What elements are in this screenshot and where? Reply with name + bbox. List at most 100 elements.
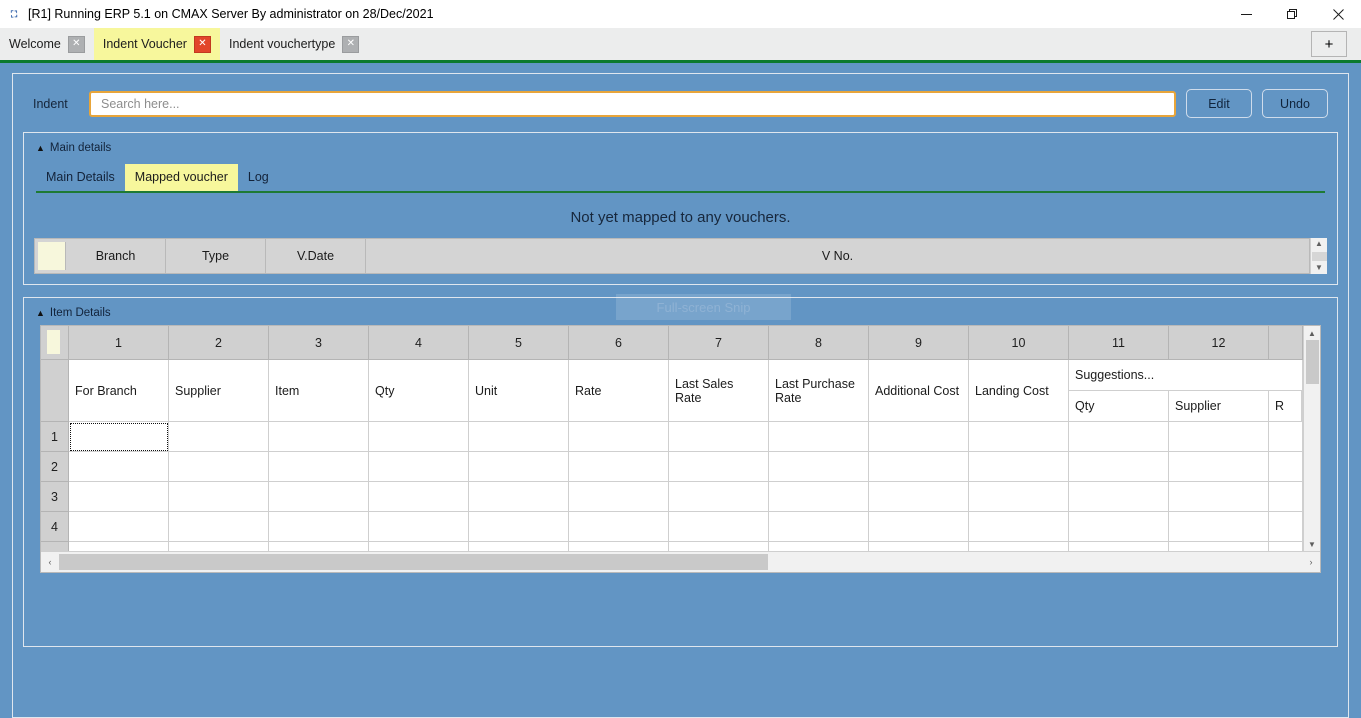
cell-for-branch[interactable] xyxy=(69,422,169,452)
scroll-up-icon[interactable]: ▲ xyxy=(1308,328,1316,340)
field-rate[interactable]: Rate xyxy=(569,360,669,422)
cell-last-purchase-rate[interactable] xyxy=(769,512,869,542)
column-header-vno[interactable]: V No. xyxy=(366,239,1309,273)
mapped-grid-vertical-scrollbar[interactable]: ▲ ▼ xyxy=(1310,238,1327,274)
cell-landing-cost[interactable] xyxy=(969,512,1069,542)
cell-unit[interactable] xyxy=(469,482,569,512)
cell-additional-cost[interactable] xyxy=(869,482,969,512)
column-number-2[interactable]: 2 xyxy=(169,326,269,360)
cell-item[interactable] xyxy=(269,482,369,512)
column-number-7[interactable]: 7 xyxy=(669,326,769,360)
row-number[interactable]: 4 xyxy=(41,512,69,542)
cell-unit[interactable] xyxy=(469,542,569,551)
item-sheet-vertical-scrollbar[interactable]: ▲ ▼ xyxy=(1303,326,1320,551)
cell-rate[interactable] xyxy=(569,452,669,482)
cell-item[interactable] xyxy=(269,452,369,482)
row-number[interactable]: 2 xyxy=(41,452,69,482)
column-number-11[interactable]: 11 xyxy=(1069,326,1169,360)
minimize-button[interactable] xyxy=(1223,0,1269,28)
scroll-left-icon[interactable]: ‹ xyxy=(41,557,59,567)
cell-landing-cost[interactable] xyxy=(969,452,1069,482)
row-number[interactable]: 3 xyxy=(41,482,69,512)
scroll-down-icon[interactable]: ▼ xyxy=(1315,264,1323,272)
tab-close-icon[interactable]: ✕ xyxy=(193,35,211,53)
cell-suggestion-rate[interactable] xyxy=(1269,512,1303,542)
field-last-purchase-rate[interactable]: Last Purchase Rate xyxy=(769,360,869,422)
scrollbar-thumb[interactable] xyxy=(1311,251,1327,261)
tab-mapped-voucher[interactable]: Mapped voucher xyxy=(124,164,238,191)
field-qty[interactable]: Qty xyxy=(369,360,469,422)
cell-last-purchase-rate[interactable] xyxy=(769,452,869,482)
row-number[interactable]: 1 xyxy=(41,422,69,452)
column-number-10[interactable]: 10 xyxy=(969,326,1069,360)
cell-rate[interactable] xyxy=(569,482,669,512)
cell-rate[interactable] xyxy=(569,422,669,452)
restore-button[interactable] xyxy=(1269,0,1315,28)
cell-item[interactable] xyxy=(269,512,369,542)
cell-last-sales-rate[interactable] xyxy=(669,542,769,551)
cell-suggestion-qty[interactable] xyxy=(1069,542,1169,551)
cell-additional-cost[interactable] xyxy=(869,422,969,452)
cell-item[interactable] xyxy=(269,422,369,452)
tab-indent-voucher[interactable]: Indent Voucher ✕ xyxy=(93,28,220,60)
cell-qty[interactable] xyxy=(369,482,469,512)
field-item[interactable]: Item xyxy=(269,360,369,422)
cell-last-sales-rate[interactable] xyxy=(669,422,769,452)
cell-for-branch[interactable] xyxy=(69,452,169,482)
undo-button[interactable]: Undo xyxy=(1262,89,1328,118)
cell-additional-cost[interactable] xyxy=(869,542,969,551)
scrollbar-thumb[interactable] xyxy=(1305,340,1319,384)
tab-close-icon[interactable]: ✕ xyxy=(67,35,85,53)
sheet-corner-cell[interactable] xyxy=(41,326,69,360)
column-header-branch[interactable]: Branch xyxy=(66,239,166,273)
cell-for-branch[interactable] xyxy=(69,482,169,512)
cell-unit[interactable] xyxy=(469,452,569,482)
search-input[interactable] xyxy=(99,95,1166,112)
indent-search-box[interactable] xyxy=(89,90,1176,117)
column-number-6[interactable]: 6 xyxy=(569,326,669,360)
cell-last-sales-rate[interactable] xyxy=(669,482,769,512)
cell-for-branch[interactable] xyxy=(69,542,169,551)
main-details-group-header[interactable]: ▲ Main details xyxy=(34,141,1327,160)
cell-suggestion-rate[interactable] xyxy=(1269,482,1303,512)
tab-main-details[interactable]: Main Details xyxy=(36,164,125,191)
cell-supplier[interactable] xyxy=(169,422,269,452)
scroll-up-icon[interactable]: ▲ xyxy=(1315,240,1323,248)
suggestion-column-supplier[interactable]: Supplier xyxy=(1169,390,1269,421)
cell-qty[interactable] xyxy=(369,422,469,452)
cell-supplier[interactable] xyxy=(169,482,269,512)
cell-suggestion-qty[interactable] xyxy=(1069,422,1169,452)
cell-suggestion-supplier[interactable] xyxy=(1169,512,1269,542)
cell-suggestion-rate[interactable] xyxy=(1269,422,1303,452)
add-tab-button[interactable]: + xyxy=(1311,31,1347,57)
column-header-vdate[interactable]: V.Date xyxy=(266,239,366,273)
column-header-type[interactable]: Type xyxy=(166,239,266,273)
field-landing-cost[interactable]: Landing Cost xyxy=(969,360,1069,422)
column-number-4[interactable]: 4 xyxy=(369,326,469,360)
column-number-8[interactable]: 8 xyxy=(769,326,869,360)
column-number-3[interactable]: 3 xyxy=(269,326,369,360)
row-number-partial[interactable] xyxy=(41,542,69,551)
cell-suggestion-supplier[interactable] xyxy=(1169,422,1269,452)
cell-suggestion-qty[interactable] xyxy=(1069,512,1169,542)
scrollbar-track[interactable] xyxy=(1304,384,1320,539)
column-number-9[interactable]: 9 xyxy=(869,326,969,360)
cell-landing-cost[interactable] xyxy=(969,422,1069,452)
cell-supplier[interactable] xyxy=(169,512,269,542)
tab-log[interactable]: Log xyxy=(238,164,279,191)
column-number-12[interactable]: 12 xyxy=(1169,326,1269,360)
cell-suggestion-rate[interactable] xyxy=(1269,542,1303,551)
cell-last-sales-rate[interactable] xyxy=(669,512,769,542)
cell-qty[interactable] xyxy=(369,512,469,542)
suggestion-column-rate[interactable]: R xyxy=(1269,390,1302,421)
cell-rate[interactable] xyxy=(569,512,669,542)
suggestion-column-qty[interactable]: Qty xyxy=(1069,390,1169,421)
cell-last-purchase-rate[interactable] xyxy=(769,422,869,452)
grid-corner-cell[interactable] xyxy=(38,242,66,270)
column-number-5[interactable]: 5 xyxy=(469,326,569,360)
column-number-1[interactable]: 1 xyxy=(69,326,169,360)
cell-suggestion-supplier[interactable] xyxy=(1169,542,1269,551)
field-additional-cost[interactable]: Additional Cost xyxy=(869,360,969,422)
cell-item[interactable] xyxy=(269,542,369,551)
cell-suggestion-qty[interactable] xyxy=(1069,452,1169,482)
